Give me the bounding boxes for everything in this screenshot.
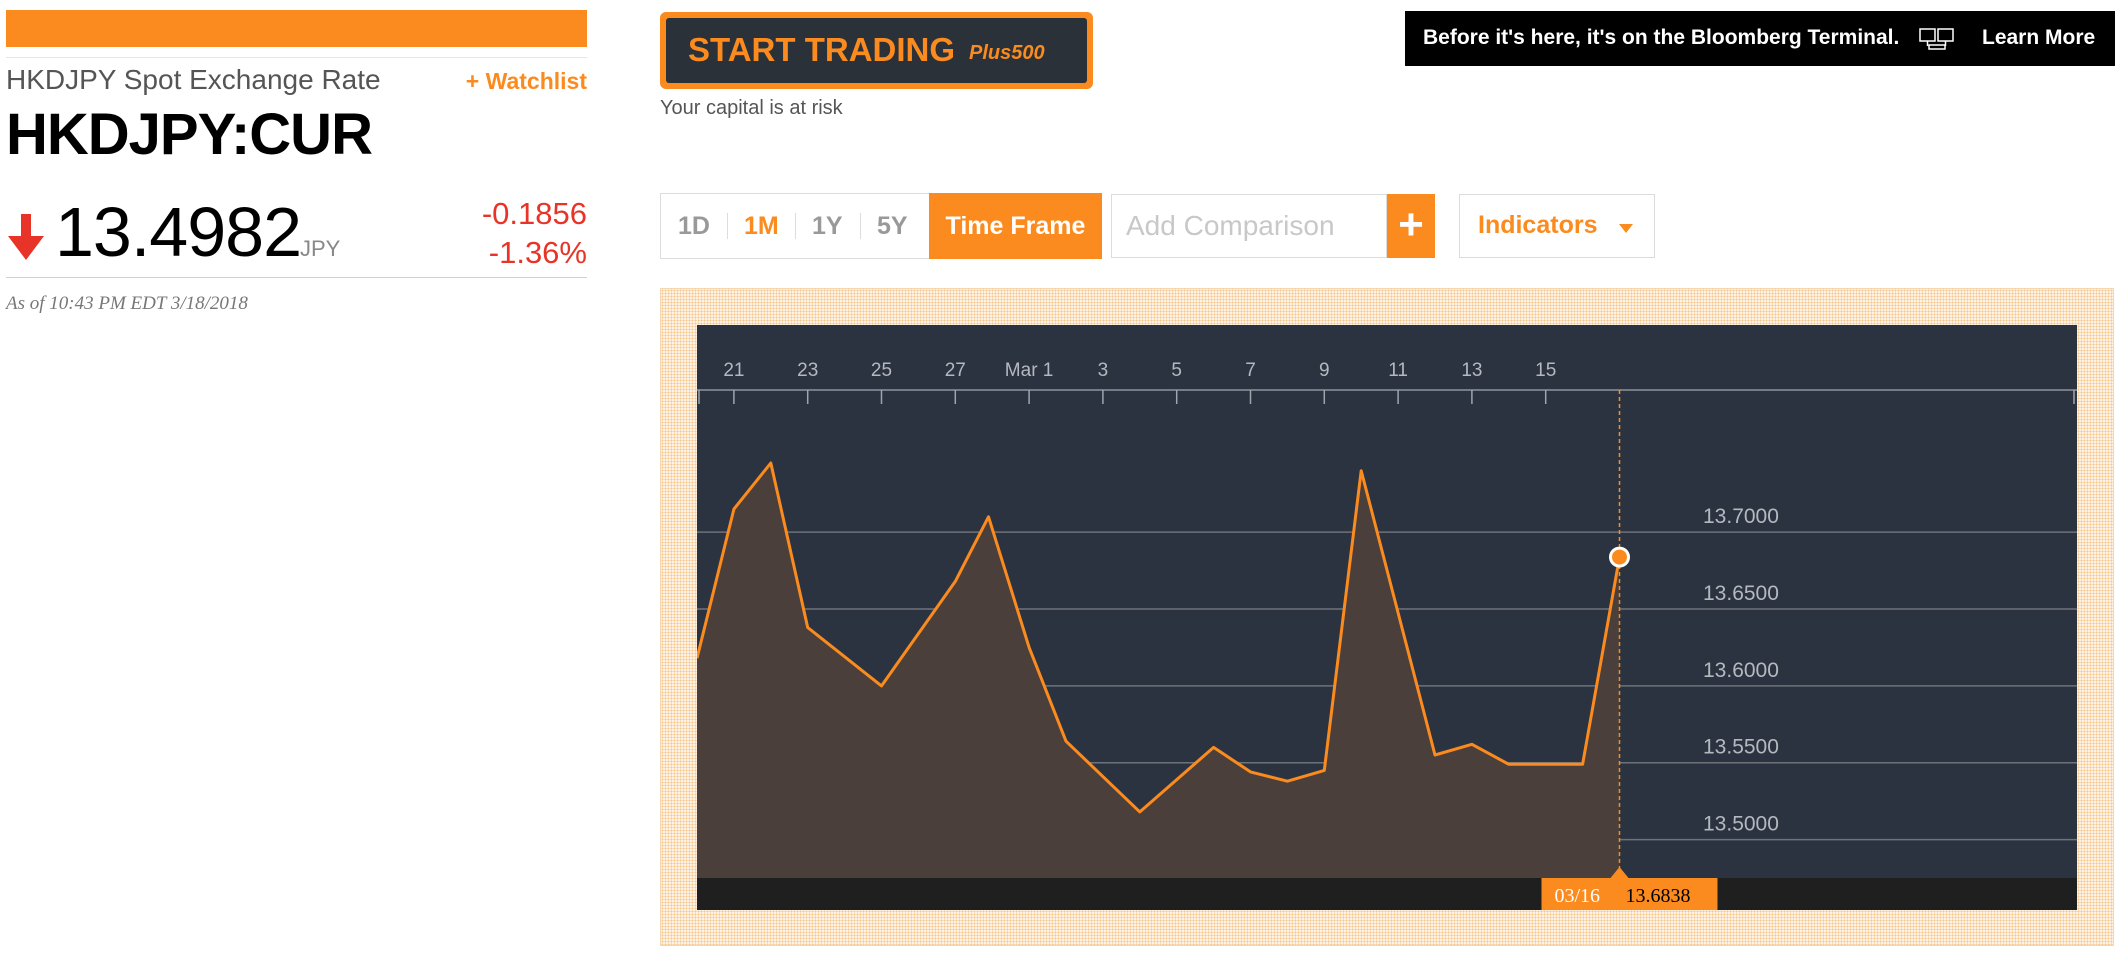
y-tick-label: 13.6500 bbox=[1703, 582, 1779, 605]
banner-text: Before it's here, it's on the Bloomberg … bbox=[1423, 26, 1900, 49]
x-tick-label: 23 bbox=[797, 360, 818, 381]
price-currency: JPY bbox=[300, 236, 341, 261]
instrument-name: HKDJPY Spot Exchange Rate bbox=[6, 64, 381, 95]
range-separator bbox=[795, 213, 796, 239]
x-tick-label: 25 bbox=[871, 360, 892, 381]
x-tick-label: 3 bbox=[1098, 360, 1109, 381]
brand-bar bbox=[6, 10, 587, 47]
x-tick-label: 5 bbox=[1171, 360, 1182, 381]
x-tick-label: 13 bbox=[1461, 360, 1482, 381]
x-tick-label: 11 bbox=[1388, 360, 1408, 381]
range-1y-button[interactable]: 1Y bbox=[812, 212, 843, 241]
terminal-icon bbox=[1919, 28, 1954, 50]
add-comparison-input[interactable] bbox=[1111, 194, 1387, 258]
x-tick-label: Mar 1 bbox=[1005, 360, 1054, 381]
indicators-label: Indicators bbox=[1478, 211, 1598, 239]
x-tick-label: 21 bbox=[723, 360, 744, 381]
range-5y-button[interactable]: 5Y bbox=[877, 212, 908, 241]
y-tick-label: 13.5000 bbox=[1703, 813, 1779, 836]
watchlist-button[interactable]: + Watchlist bbox=[466, 68, 587, 95]
x-tick-label: 15 bbox=[1535, 360, 1556, 381]
range-1d-button[interactable]: 1D bbox=[678, 212, 710, 241]
add-comparison-button[interactable]: + bbox=[1387, 194, 1435, 258]
y-tick-label: 13.5500 bbox=[1703, 736, 1779, 759]
x-tick-label: 27 bbox=[945, 360, 966, 381]
ad-disclaimer: Your capital is at risk bbox=[660, 97, 843, 119]
hover-point bbox=[1609, 546, 1630, 568]
range-separator bbox=[727, 213, 728, 239]
price-change: -0.1856 bbox=[481, 196, 587, 231]
chevron-down-icon bbox=[1619, 224, 1633, 233]
x-tick-label: 7 bbox=[1245, 360, 1256, 381]
tooltip-value: 13.6838 bbox=[1626, 885, 1691, 907]
price-chart[interactable]: 21 23 25 27 Mar 1 3 5 7 9 11 13 15 13.7000 13.6500 13… bbox=[697, 325, 2077, 910]
ticker-symbol: HKDJPY:CUR bbox=[6, 102, 373, 167]
divider bbox=[6, 277, 587, 278]
range-separator bbox=[860, 213, 861, 239]
divider bbox=[6, 57, 587, 58]
tooltip-date: 03/16 bbox=[1555, 885, 1601, 907]
ad-button-label: START TRADING bbox=[688, 31, 956, 68]
y-tick-label: 13.6000 bbox=[1703, 659, 1779, 682]
learn-more-link[interactable]: Learn More bbox=[1982, 26, 2095, 50]
time-frame-button[interactable]: Time Frame bbox=[929, 193, 1102, 259]
chart-footer-bar bbox=[697, 878, 2077, 910]
x-tick-label: 9 bbox=[1319, 360, 1330, 381]
quote-timestamp: As of 10:43 PM EDT 3/18/2018 bbox=[6, 293, 248, 314]
y-tick-label: 13.7000 bbox=[1703, 505, 1779, 528]
last-price: 13.4982 bbox=[55, 193, 302, 271]
range-1m-button[interactable]: 1M bbox=[744, 212, 779, 241]
price-change-percent: -1.36% bbox=[488, 235, 587, 270]
ad-brand-logo: Plus500 bbox=[969, 42, 1045, 64]
price-down-arrow-icon bbox=[8, 214, 44, 260]
